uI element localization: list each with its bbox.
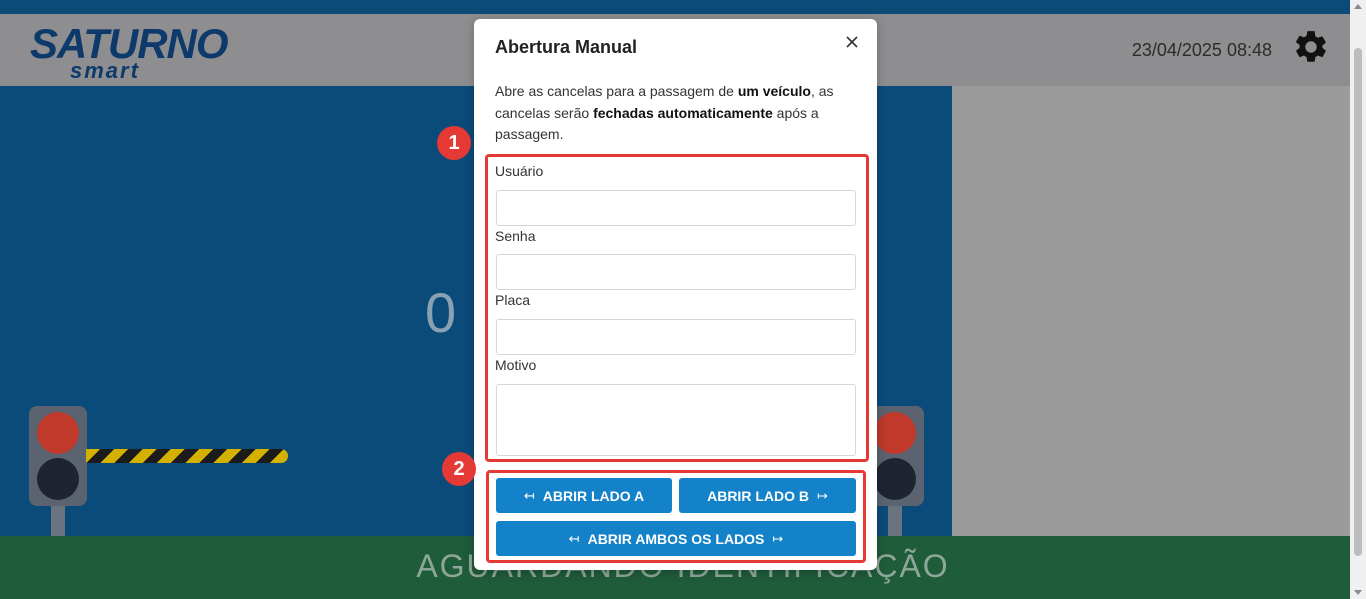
annotation-badge-2: 2 bbox=[442, 452, 476, 486]
off-light bbox=[37, 458, 79, 500]
red-light bbox=[37, 412, 79, 454]
saturno-logo: SATURNO smart bbox=[30, 20, 230, 83]
datetime-display: 23/04/2025 08:48 bbox=[1131, 40, 1272, 60]
off-light bbox=[874, 458, 916, 500]
red-light bbox=[874, 412, 916, 454]
barrier-gate bbox=[86, 449, 288, 463]
close-icon[interactable] bbox=[843, 33, 861, 51]
traffic-light-left bbox=[29, 406, 87, 506]
scroll-up-icon[interactable] bbox=[1354, 4, 1362, 9]
top-strip bbox=[0, 0, 1350, 14]
annotation-badge-1: 1 bbox=[437, 126, 471, 160]
scroll-down-icon[interactable] bbox=[1354, 590, 1362, 595]
annotation-box-2 bbox=[486, 470, 866, 563]
dialog-title: Abertura Manual bbox=[495, 37, 638, 57]
annotation-box-1 bbox=[485, 154, 869, 462]
side-panel bbox=[952, 86, 1350, 536]
scrollbar[interactable] bbox=[1350, 0, 1366, 599]
dialog-description: Abre as cancelas para a passagem de um v… bbox=[495, 83, 834, 142]
scroll-thumb[interactable] bbox=[1354, 48, 1362, 556]
gear-icon[interactable] bbox=[1292, 28, 1330, 66]
logo-sub: smart bbox=[70, 58, 140, 83]
